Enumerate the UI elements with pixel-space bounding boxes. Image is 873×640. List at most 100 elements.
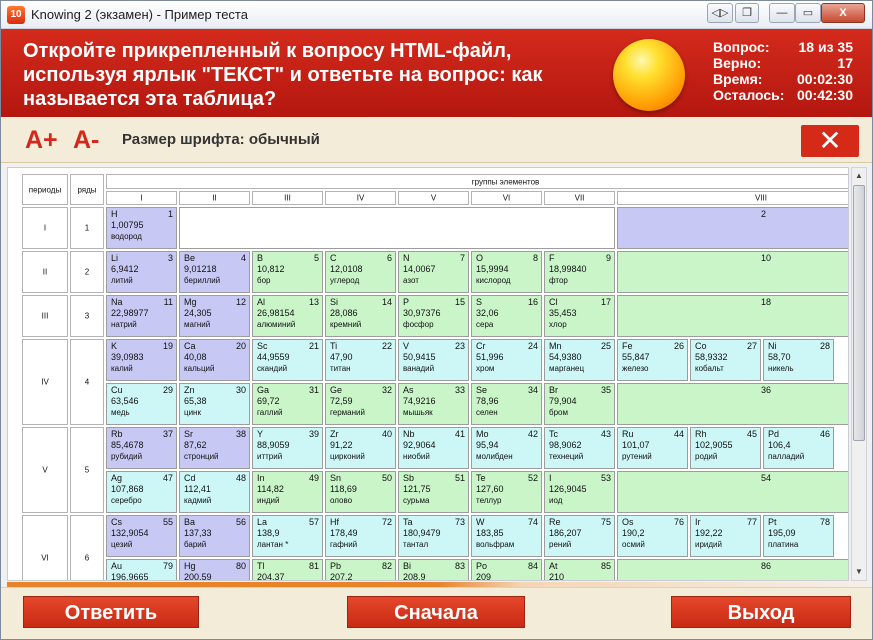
element-na: Na 11 22,98977 натрий [106, 295, 177, 337]
element-mass: 44,9559 [257, 352, 290, 362]
period-label-2: II [22, 251, 68, 293]
element-name: кальций [184, 364, 215, 373]
exit-button[interactable]: Выход [671, 596, 851, 628]
element-mass: 63,546 [111, 396, 139, 406]
element-name: бром [549, 408, 568, 417]
period-label-1: I [22, 207, 68, 249]
element-fe: Fe 26 55,847 железо [617, 339, 688, 381]
element-number: 44 [673, 429, 684, 439]
minimize-button[interactable]: — [769, 3, 795, 23]
maximize-button[interactable]: ▭ [795, 3, 821, 23]
element-name: азот [403, 276, 419, 285]
element-name: никель [768, 364, 794, 373]
element-os: Os 76 190,2 осмий [617, 515, 688, 557]
groups-header: группы элементов [106, 174, 848, 189]
element-name: барий [184, 540, 207, 549]
element-y: Y 39 88,9059 иттрий [252, 427, 323, 469]
element-mg: Mg 12 24,305 магний [179, 295, 250, 337]
element-c: C 6 12,0108 углерод [325, 251, 396, 293]
element-mass: 4,002602 [622, 220, 848, 231]
element-p: P 15 30,97376 фосфор [398, 295, 469, 337]
element-name: кобальт [695, 364, 724, 373]
periodic-table-view[interactable]: периоды ряды группы элементов I II III IV V VI VI… [7, 167, 849, 581]
element-mass: 106,4 [768, 440, 791, 450]
group-header-2: II [179, 191, 250, 205]
row-label-4: 4 [70, 339, 104, 425]
element-mass: 20,179 [622, 264, 848, 275]
scroll-up-arrow-icon[interactable]: ▲ [852, 168, 866, 184]
element-number: 4 [240, 253, 246, 263]
element-la: La 57 138,9 лантан * [252, 515, 323, 557]
element-rb: Rb 37 85,4678 рубидий [106, 427, 177, 469]
element-mass: 91,22 [330, 440, 353, 450]
element-number: 43 [600, 429, 611, 439]
element-mass: 183,85 [476, 528, 504, 538]
element-cl: Cl 17 35,453 хлор [544, 295, 615, 337]
period-label-4: IV [22, 339, 68, 425]
row-label-text: 5 [84, 465, 90, 475]
element-mass: 1,00795 [111, 220, 144, 230]
element-mass: 102,9055 [695, 440, 733, 450]
close-window-button[interactable]: X [821, 3, 865, 23]
scroll-down-arrow-icon[interactable]: ▼ [852, 564, 866, 580]
font-decrease-button[interactable]: A- [73, 126, 99, 154]
element-rh: Rh 45 102,9055 родий [690, 427, 761, 469]
element-name: аргон [622, 319, 848, 330]
periods-header-label: периоды [28, 184, 62, 194]
element-ar: Ar1839,948аргон [617, 295, 848, 337]
element-number: 9 [605, 253, 611, 263]
element-number: 25 [600, 341, 611, 351]
element-mass: 112,41 [184, 484, 211, 494]
element-number: 73 [454, 517, 465, 527]
element-name: галлий [257, 408, 283, 417]
answer-button[interactable]: Ответить [23, 596, 199, 628]
element-number: 13 [308, 297, 319, 307]
element-number: 77 [746, 517, 757, 527]
element-name: криптон [622, 407, 848, 418]
element-hg: Hg 80 200,59 [179, 559, 250, 580]
element-mass: 204,37 [257, 572, 285, 581]
element-mass: 24,305 [184, 308, 212, 318]
copy-icon[interactable]: ❐ [735, 3, 759, 23]
element-mass: 208,9 [403, 572, 426, 581]
group-header-label: IV [356, 193, 365, 203]
element-at: At 85 210 [544, 559, 615, 581]
element-number: 33 [454, 385, 465, 395]
element-number: 86 [761, 561, 772, 571]
element-ne: Ne1020,179неон [617, 251, 848, 293]
element-name: железо [622, 364, 649, 373]
element-mass: 210 [549, 572, 565, 581]
element-symbol: O [476, 253, 484, 263]
element-bi: Bi 83 208,9 [398, 559, 469, 581]
element-number: 83 [454, 561, 465, 571]
element-ge: Ge 32 72,59 германий [325, 383, 396, 425]
app-window: 10 Knowing 2 (экзамен) - Пример теста ◁▷… [0, 0, 873, 640]
group-header-label: II [212, 193, 217, 203]
restart-button[interactable]: Сначала [347, 596, 525, 628]
element-name: ванадий [403, 364, 435, 373]
element-name: молибден [476, 452, 513, 461]
font-increase-button[interactable]: A+ [25, 126, 58, 154]
element-number: 21 [308, 341, 319, 351]
close-question-button[interactable]: ✕ [801, 125, 859, 157]
font-size-label: Размер шрифта: обычный [122, 131, 320, 148]
vertical-scrollbar[interactable]: ▲ ▼ [851, 167, 867, 581]
element-name: цинк [184, 408, 201, 417]
scroll-thumb[interactable] [853, 185, 865, 441]
element-name: неон [622, 275, 848, 286]
group-header-label: III [284, 193, 291, 203]
element-mass: 30,97376 [403, 308, 441, 318]
element-number: 35 [600, 385, 611, 395]
row-label-5: 5 [70, 427, 104, 513]
element-number: 54 [761, 473, 772, 483]
period-label-text: V [42, 465, 48, 475]
group-header-5: V [398, 191, 469, 205]
element-mass: 87,62 [184, 440, 207, 450]
element-number: 49 [308, 473, 319, 483]
element-name: рений [549, 540, 572, 549]
element-pd: Pd 46 106,4 палладий [763, 427, 834, 469]
element-number: 8 [532, 253, 538, 263]
navigate-icon[interactable]: ◁▷ [707, 3, 733, 23]
element-cr: Cr 24 51,996 хром [471, 339, 542, 381]
element-number: 37 [162, 429, 173, 439]
